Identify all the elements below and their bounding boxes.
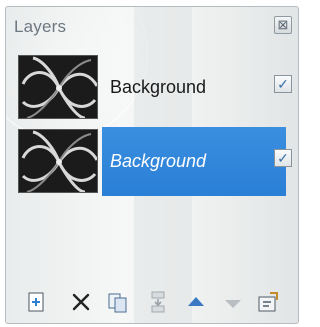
layers-panel: Layers ⊠ Background ✓ Background ✓ (5, 6, 299, 324)
properties-icon[interactable] (255, 289, 281, 315)
layers-toolbar (6, 289, 298, 319)
layer-name: Background (110, 151, 207, 171)
delete-icon[interactable] (68, 289, 94, 315)
layer-visibility-checkbox[interactable]: ✓ (274, 149, 292, 167)
layer-thumbnail (18, 129, 98, 193)
panel-title: Layers (14, 17, 67, 36)
layer-visibility-checkbox[interactable]: ✓ (274, 75, 292, 93)
panel-titlebar[interactable]: Layers ⊠ (6, 7, 298, 45)
layer-row[interactable]: Background ✓ (14, 53, 294, 122)
duplicate-icon[interactable] (105, 289, 131, 315)
merge-down-icon[interactable] (145, 289, 171, 315)
move-down-icon[interactable] (220, 289, 246, 315)
layer-row-selected[interactable]: Background ✓ (14, 127, 294, 196)
move-up-icon[interactable] (183, 289, 209, 315)
new-layer-icon[interactable] (24, 289, 50, 315)
layer-name: Background (110, 77, 207, 97)
close-icon[interactable]: ⊠ (274, 16, 292, 34)
layer-thumbnail (18, 55, 98, 119)
